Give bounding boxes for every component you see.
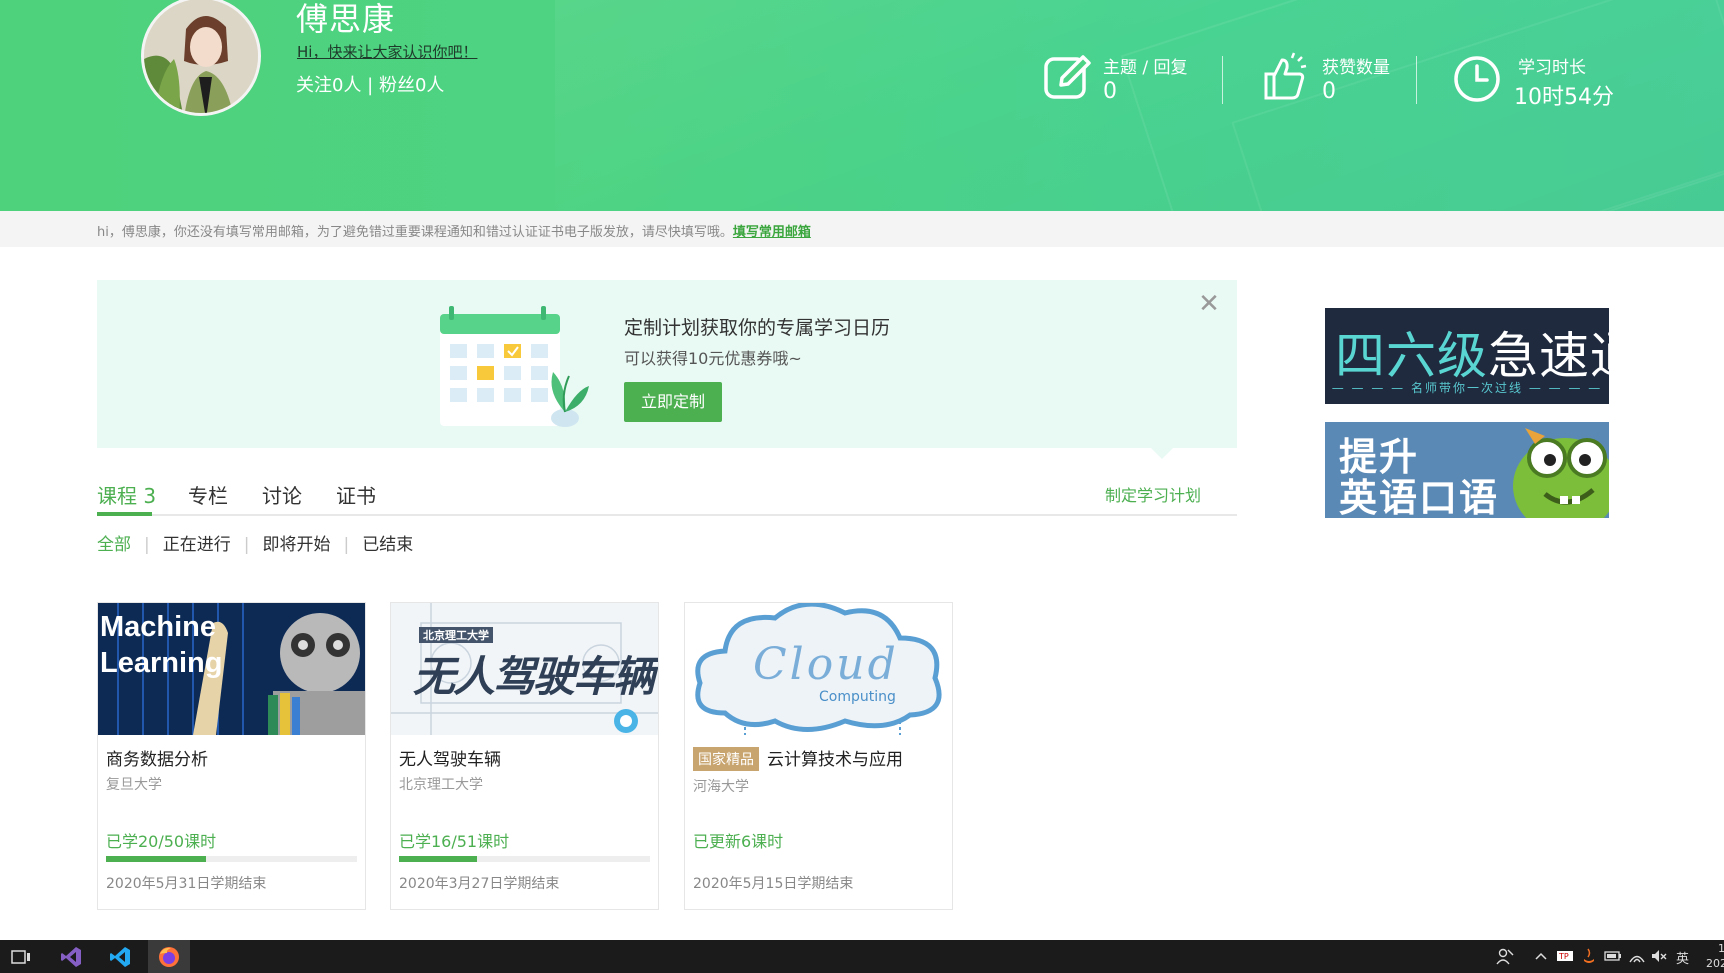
avatar[interactable] [141, 0, 261, 116]
tab-columns[interactable]: 专栏 [188, 480, 228, 509]
filter-separator: | [243, 535, 250, 555]
follow-counts[interactable]: 关注0人 | 粉丝0人 [296, 71, 444, 97]
filter-ended[interactable]: 已结束 [362, 535, 413, 555]
filter-in-progress[interactable]: 正在进行 [163, 535, 231, 555]
clock-time: 1 [1718, 942, 1724, 955]
stat-value: 0 [1103, 79, 1117, 104]
course-thumbnail: 北京理工大学 无人驾驶车辆 [391, 603, 658, 735]
vscode-icon[interactable] [99, 940, 141, 973]
thumbnail-text: Cloud [753, 639, 899, 690]
stat-label: 获赞数量 [1322, 58, 1390, 78]
course-end-date: 2020年3月27日学期结束 [399, 876, 560, 892]
national-quality-badge: 国家精品 [693, 747, 759, 771]
course-card[interactable]: Machine Learning 商务数据分析 复旦大学 已学20/50课时 2… [97, 602, 366, 910]
ad-tagline-text: 名师带你一次过线 [1410, 381, 1523, 395]
ad-line: 英语口语 [1339, 476, 1500, 518]
course-progress-text: 已学16/51课时 [399, 832, 510, 851]
course-school: 北京理工大学 [399, 777, 483, 793]
svg-text:TP: TP [1558, 952, 1569, 961]
thumbnail-text: 无人驾驶车辆 [413, 652, 655, 701]
course-card[interactable]: 北京理工大学 无人驾驶车辆 无人驾驶车辆 北京理工大学 已学16/51课时 20… [390, 602, 659, 910]
promo-title: 定制计划获取你的专属学习日历 [624, 317, 891, 339]
profile-header: 傅思康 Hi，快来让大家认识你吧！ 关注0人 | 粉丝0人 主题 / 回复 0 … [0, 0, 1724, 211]
filter-separator: | [343, 535, 350, 555]
ad-title-part: 急速通关 [1488, 327, 1609, 385]
ad-title: 四六级急速通关 [1335, 316, 1609, 388]
people-icon[interactable] [1496, 947, 1514, 967]
clock-date: 202 [1706, 957, 1724, 970]
email-notice-text: hi，傅思康，你还没有填写常用邮箱，为了避免错过重要课程通知和错过认证证书电子版… [97, 221, 811, 240]
stat-value: 10时54分 [1514, 85, 1614, 110]
stat-value: 0 [1322, 79, 1336, 104]
stat-label: 学习时长 [1518, 58, 1586, 78]
course-update-text: 已更新6课时 [693, 832, 784, 851]
spoken-english-ad-banner[interactable]: 提升 英语口语 [1325, 422, 1609, 518]
filter-all[interactable]: 全部 [97, 535, 131, 555]
course-progress-bar [106, 856, 357, 862]
profile-tabs: 课程 3 专栏 讨论 证书 制定学习计划 [97, 476, 1237, 516]
course-name[interactable]: 商务数据分析 [106, 745, 208, 770]
thumbnail-text: Computing [819, 689, 896, 705]
promo-subtitle: 可以获得10元优惠券哦~ [624, 349, 802, 368]
volume-muted-icon[interactable] [1650, 947, 1668, 967]
username: 傅思康 [296, 0, 396, 38]
system-clock[interactable]: 1 202 [1706, 941, 1724, 970]
course-thumbnail: Machine Learning [98, 603, 365, 735]
intro-link[interactable]: Hi，快来让大家认识你吧！ [297, 41, 477, 62]
tab-discussions[interactable]: 讨论 [262, 480, 302, 509]
stat-label: 主题 / 回复 [1103, 58, 1188, 78]
course-name[interactable]: 国家精品 云计算技术与应用 [693, 745, 903, 771]
make-study-plan-link[interactable]: 制定学习计划 [1105, 482, 1201, 506]
thumbs-up-icon [1264, 52, 1307, 100]
course-progress-bar [399, 856, 650, 862]
course-name-text: 云计算技术与应用 [767, 750, 903, 770]
ad-title-part: 四六级 [1335, 327, 1488, 385]
windows-taskbar: TP 英 1 202 [0, 940, 1724, 973]
firefox-icon[interactable] [148, 940, 190, 973]
java-icon[interactable] [1580, 947, 1598, 967]
email-notice-bar: hi，傅思康，你还没有填写常用邮箱，为了避免错过重要课程通知和错过认证证书电子版… [0, 211, 1724, 247]
course-progress-text: 已学20/50课时 [106, 832, 217, 851]
course-filter-bar: 全部 | 正在进行 | 即将开始 | 已结束 [97, 530, 413, 555]
filter-separator: | [144, 535, 150, 555]
thumbnail-text: Learning [100, 647, 223, 679]
thumbnail-text: 北京理工大学 [419, 627, 493, 643]
course-name[interactable]: 无人驾驶车辆 [399, 745, 501, 770]
stat-divider [1222, 56, 1223, 104]
course-card[interactable]: Cloud Computing 国家精品 云计算技术与应用 河海大学 已更新6课时… [684, 602, 953, 910]
course-school: 河海大学 [693, 779, 749, 795]
course-end-date: 2020年5月15日学期结束 [693, 876, 854, 892]
wifi-icon[interactable] [1628, 947, 1646, 967]
study-plan-promo: 定制计划获取你的专属学习日历 可以获得10元优惠券哦~ 立即定制 ✕ [97, 280, 1237, 459]
task-view-icon[interactable] [0, 940, 42, 973]
customize-now-button[interactable]: 立即定制 [624, 382, 722, 422]
visual-studio-icon[interactable] [50, 940, 92, 973]
tray-app-icon[interactable]: TP [1556, 947, 1574, 967]
input-language-indicator[interactable]: 英 [1676, 948, 1689, 968]
notice-message: hi，傅思康，你还没有填写常用邮箱，为了避免错过重要课程通知和错过认证证书电子版… [97, 225, 733, 240]
promo-pointer [1151, 448, 1173, 459]
tab-courses[interactable]: 课程 3 [97, 480, 156, 509]
edit-icon [1044, 55, 1091, 99]
fill-email-link[interactable]: 填写常用邮箱 [733, 225, 811, 240]
ad-tagline: — — — — 名师带你一次过线 — — — — [1331, 381, 1603, 395]
course-school: 复旦大学 [106, 777, 162, 793]
course-progress-fill [106, 856, 207, 862]
course-end-date: 2020年5月31日学期结束 [106, 876, 267, 892]
course-progress-fill [399, 856, 477, 862]
battery-icon[interactable] [1604, 947, 1622, 967]
calendar-illustration [440, 306, 589, 427]
chevron-up-icon[interactable] [1534, 947, 1548, 967]
clock-icon [1454, 56, 1500, 102]
tab-certificates[interactable]: 证书 [336, 480, 376, 509]
close-icon[interactable]: ✕ [1197, 291, 1221, 317]
thumbnail-text: Machine [100, 611, 217, 643]
filter-upcoming[interactable]: 即将开始 [262, 535, 330, 555]
cet-ad-banner[interactable]: 四六级急速通关 — — — — 名师带你一次过线 — — — — [1325, 308, 1609, 404]
active-tab-indicator [97, 512, 152, 516]
stat-divider [1416, 56, 1417, 104]
monster-mascot-icon [1513, 428, 1609, 518]
course-thumbnail: Cloud Computing [685, 603, 952, 735]
